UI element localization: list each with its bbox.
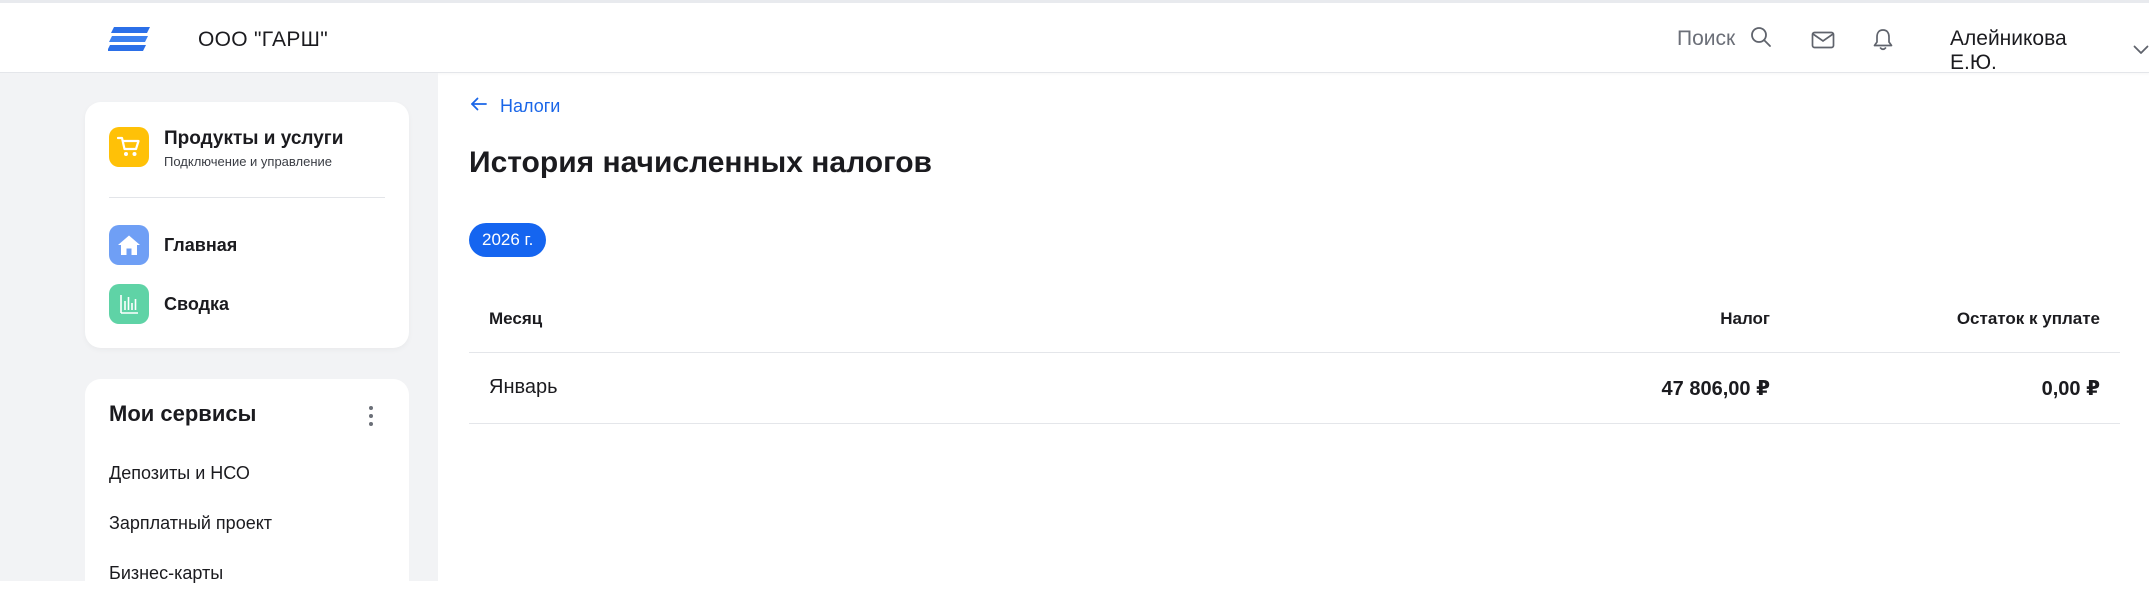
shopping-cart-icon	[109, 127, 149, 167]
divider	[469, 352, 2120, 353]
cell-month: Январь	[489, 376, 558, 398]
back-link[interactable]: Налоги	[470, 96, 560, 117]
products-and-services-link[interactable]: Продукты и услуги Подключение и управлен…	[109, 127, 343, 169]
divider	[109, 197, 385, 198]
search-button[interactable]: Поиск	[1677, 24, 1773, 54]
chevron-down-icon	[2133, 42, 2149, 60]
home-icon	[109, 225, 149, 265]
cell-remaining: 0,00 ₽	[2041, 378, 2100, 400]
year-filter-chip[interactable]: 2026 г.	[469, 223, 547, 257]
products-subtitle: Подключение и управление	[164, 154, 333, 169]
back-link-label: Налоги	[500, 96, 561, 116]
sidebar-item-label: Главная	[164, 234, 238, 255]
bank-logo-icon[interactable]	[107, 27, 150, 55]
service-item-deposits[interactable]: Депозиты и НСО	[109, 463, 250, 484]
column-header-month: Месяц	[489, 309, 543, 328]
company-name[interactable]: ООО "ГАРШ"	[198, 28, 328, 52]
sidebar-item-label: Сводка	[164, 293, 230, 314]
mail-icon[interactable]	[1810, 27, 1836, 53]
sidebar-item-home[interactable]: Главная	[109, 225, 237, 265]
column-header-tax: Налог	[1720, 309, 1770, 328]
products-title: Продукты и услуги	[164, 128, 344, 149]
sidebar-item-summary[interactable]: Сводка	[109, 284, 229, 324]
more-options-icon[interactable]	[361, 403, 381, 429]
column-header-remaining: Остаток к уплате	[1956, 309, 2100, 328]
search-icon	[1749, 25, 1773, 54]
user-menu[interactable]: Алейникова Е.Ю.	[1950, 27, 2149, 75]
cell-tax: 47 806,00 ₽	[1661, 378, 1770, 400]
top-bar: ООО "ГАРШ" Поиск Алейникова Е.Ю.	[0, 0, 2149, 75]
my-services-title: Мои сервисы	[109, 401, 257, 426]
arrow-left-icon	[470, 97, 488, 116]
chart-icon	[109, 284, 149, 324]
search-label: Поиск	[1677, 27, 1736, 50]
sidebar-main-card: Продукты и услуги Подключение и управлен…	[85, 102, 409, 348]
divider	[469, 423, 2120, 424]
my-services-card: Мои сервисы Депозиты и НСО Зарплатный пр…	[85, 379, 409, 599]
bell-icon[interactable]	[1870, 27, 1896, 53]
user-name: Алейникова Е.Ю.	[1950, 27, 2067, 74]
service-item-salary-project[interactable]: Зарплатный проект	[109, 513, 272, 534]
page-title: История начисленных налогов	[469, 146, 932, 179]
